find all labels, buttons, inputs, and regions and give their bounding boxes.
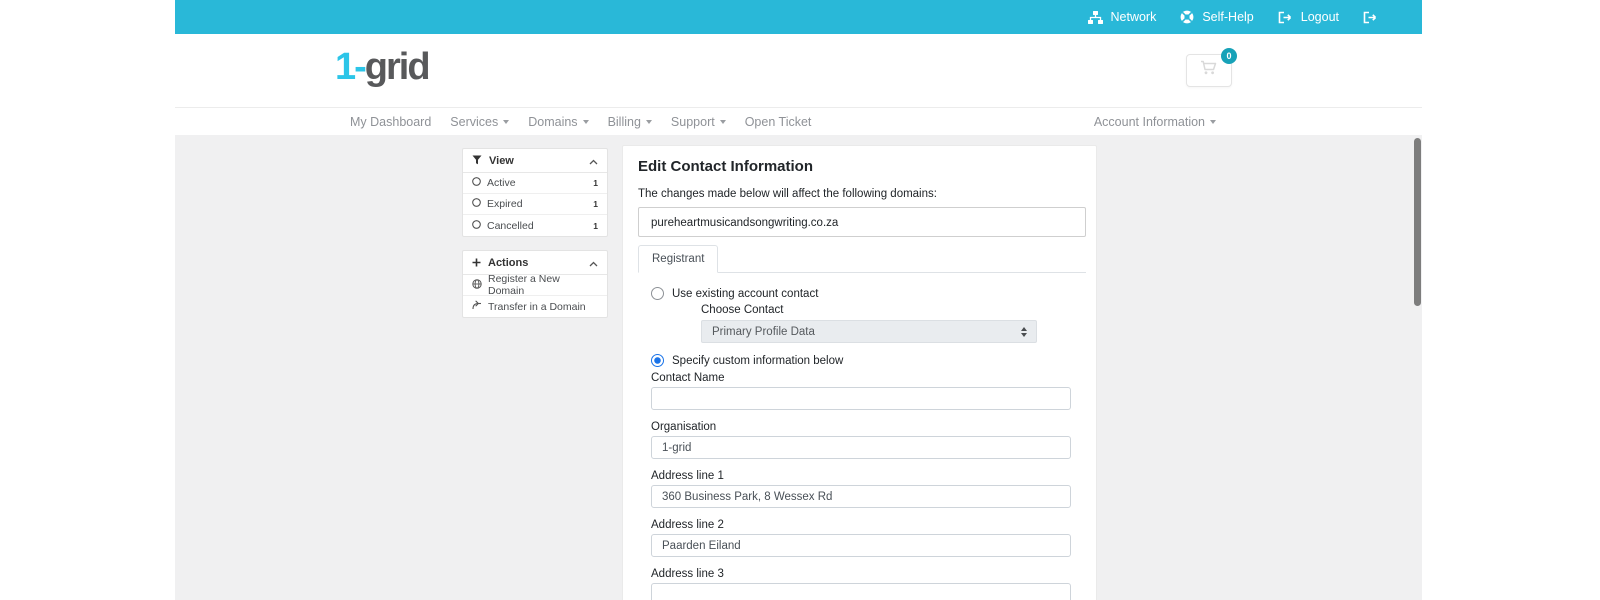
cart-button[interactable]: 0 (1186, 48, 1237, 87)
cart-badge: 0 (1221, 48, 1237, 64)
sidebar-item-label: Register a New Domain (488, 273, 560, 297)
content-area: View Active 1 Expired 1 Cancelled 1 Acti… (175, 135, 1422, 600)
count-badge: 1 (593, 220, 598, 231)
nav-item-account-information[interactable]: Account Information (1094, 115, 1216, 129)
sidebar-item-label: Cancelled (487, 219, 534, 232)
sidebar-item-label: Active (487, 177, 516, 189)
caret-down-icon (1210, 120, 1216, 124)
choose-contact-label: Choose Contact (701, 304, 784, 316)
main-nav: My Dashboard Services Domains Billing Su… (175, 108, 1422, 135)
address-line-2-field[interactable] (651, 534, 1071, 557)
address-line-1-label: Address line 1 (651, 470, 724, 482)
tab-registrant[interactable]: Registrant (638, 245, 719, 273)
sidebar-actions-title: Actions (488, 256, 529, 269)
address-line-3-field[interactable] (651, 583, 1071, 600)
sidebar-view-title: View (489, 154, 514, 167)
topbar-link-logout[interactable]: Logout (1278, 10, 1339, 24)
nav-item-services[interactable]: Services (450, 114, 510, 129)
tab-bar: Registrant (638, 245, 1086, 273)
domain-option[interactable]: pureheartmusicandsongwriting.co.za (639, 208, 1085, 236)
lifering-icon (1180, 10, 1194, 24)
logo-suffix: grid (364, 46, 431, 88)
browser-viewport: Network Self-Help Logout 1-grid 0 My Das… (175, 0, 1422, 600)
topbar-link-label: Self-Help (1202, 10, 1254, 24)
nav-label: Account Information (1093, 114, 1205, 129)
radio-row-custom-info[interactable]: Specify custom information below (651, 354, 843, 367)
topbar-link-selfhelp[interactable]: Self-Help (1180, 10, 1254, 24)
organisation-label: Organisation (651, 421, 717, 433)
nav-item-my-dashboard[interactable]: My Dashboard (350, 115, 431, 129)
chevron-up-icon[interactable] (589, 152, 598, 170)
radio-label: Specify custom information below (672, 354, 844, 367)
topbar-link-network[interactable]: Network (1087, 10, 1157, 24)
nav-label: Open Ticket (744, 114, 812, 129)
header: 1-grid 0 (175, 34, 1422, 108)
nav-label: Services (450, 114, 499, 129)
globe-icon (472, 278, 482, 292)
sidebar-item-cancelled[interactable]: Cancelled 1 (463, 215, 607, 236)
radio-use-existing-contact[interactable] (651, 287, 664, 300)
contact-name-field[interactable] (651, 387, 1071, 410)
edit-contact-card: Edit Contact Information The changes mad… (622, 145, 1097, 600)
caret-down-icon (582, 120, 589, 124)
sidebar-item-label: Expired (487, 198, 523, 210)
sidebar-view-panel: View Active 1 Expired 1 Cancelled 1 (462, 148, 608, 237)
nav-label: Billing (607, 114, 641, 129)
nav-label: My Dashboard (350, 114, 432, 129)
organisation-field[interactable] (651, 436, 1071, 459)
signout-icon (1363, 11, 1378, 24)
cart-icon (1200, 60, 1218, 81)
sidebar-item-active[interactable]: Active 1 (463, 173, 607, 194)
vertical-scrollbar[interactable] (1414, 138, 1421, 306)
filter-icon (472, 152, 482, 170)
page: Network Self-Help Logout 1-grid 0 My Das… (0, 0, 1600, 600)
chevron-up-icon[interactable] (589, 254, 598, 272)
nav-item-domains[interactable]: Domains (528, 114, 589, 129)
nav-item-support[interactable]: Support (671, 115, 726, 129)
caret-down-icon (645, 120, 652, 124)
topbar-link-label: Network (1110, 10, 1157, 24)
sidebar-item-register-domain[interactable]: Register a New Domain (463, 273, 607, 297)
description-text: The changes made below will affect the f… (638, 188, 937, 200)
radio-label: Use existing account contact (672, 287, 819, 300)
sidebar-actions-panel: Actions Register a New Domain Transfer i… (462, 250, 608, 318)
plus-icon (472, 254, 481, 272)
choose-contact-select[interactable]: Primary Profile Data (701, 320, 1037, 343)
page-title: Edit Contact Information (638, 158, 813, 175)
address-line-1-field[interactable] (651, 485, 1071, 508)
logo[interactable]: 1-grid (335, 46, 431, 89)
topbar-corner-logout-button[interactable] (1363, 11, 1378, 24)
count-badge: 1 (593, 178, 598, 188)
sidebar-item-label: Transfer in a Domain (488, 300, 586, 313)
sidebar-actions-header[interactable]: Actions (463, 251, 607, 275)
affected-domains-listbox[interactable]: pureheartmusicandsongwriting.co.za (638, 207, 1086, 237)
nav-item-billing[interactable]: Billing (608, 115, 652, 129)
topbar-link-label: Logout (1300, 10, 1339, 24)
caret-down-icon (719, 120, 726, 124)
radio-row-existing-contact[interactable]: Use existing account contact (651, 287, 818, 300)
caret-down-icon (503, 120, 510, 124)
circle-icon (472, 177, 481, 189)
radio-specify-custom-info[interactable] (651, 354, 664, 367)
nav-label: Domains (528, 114, 578, 129)
logo-prefix: 1- (335, 46, 367, 88)
signout-icon (1278, 11, 1293, 24)
sidebar-item-expired[interactable]: Expired 1 (463, 194, 607, 215)
address-line-2-label: Address line 2 (651, 519, 724, 531)
selected-value: Primary Profile Data (712, 325, 815, 338)
address-line-3-label: Address line 3 (651, 568, 724, 580)
nav-label: Support (670, 114, 715, 129)
circle-icon (472, 198, 481, 210)
sitemap-icon (1087, 10, 1103, 24)
circle-icon (472, 219, 481, 232)
transfer-icon (472, 300, 482, 313)
contact-name-label: Contact Name (651, 372, 725, 384)
sidebar-item-transfer-domain[interactable]: Transfer in a Domain (463, 296, 607, 317)
sidebar-view-header[interactable]: View (463, 149, 607, 173)
count-badge: 1 (593, 199, 598, 209)
nav-item-open-ticket[interactable]: Open Ticket (745, 115, 812, 129)
sort-arrows-icon (1021, 326, 1027, 337)
topbar: Network Self-Help Logout (175, 0, 1422, 34)
